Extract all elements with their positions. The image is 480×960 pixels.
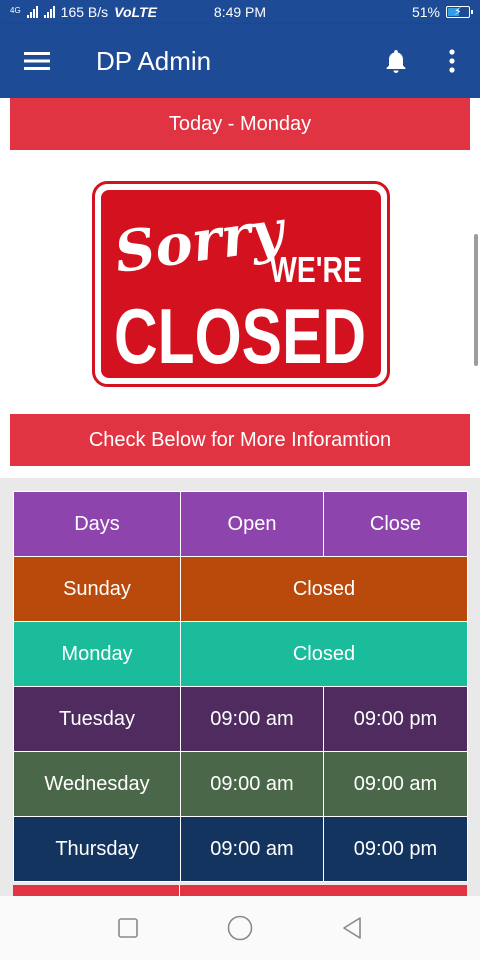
- open-time-cell: 09:00 am: [180, 751, 324, 817]
- status-cell: Closed: [180, 621, 468, 687]
- more-info-banner: Check Below for More Inforamtion: [10, 414, 470, 466]
- closed-sign-image: Sorry WE'RE CLOSED: [92, 181, 390, 387]
- status-bar: 4G 165 B/s VoLTE 8:49 PM 51% ⚡: [0, 0, 480, 24]
- home-button[interactable]: [216, 904, 264, 952]
- back-button[interactable]: [328, 904, 376, 952]
- header-days: Days: [13, 491, 181, 557]
- partial-cell: [13, 885, 180, 896]
- back-triangle-icon: [343, 917, 361, 939]
- status-left: 4G 165 B/s VoLTE: [10, 4, 157, 20]
- table-row-partial: [13, 885, 467, 896]
- table-header-row: Days Open Close: [13, 491, 468, 557]
- table-row: Monday Closed: [13, 621, 468, 687]
- table-row: Thursday 09:00 am 09:00 pm: [13, 816, 468, 882]
- partial-cell: [180, 885, 467, 896]
- charging-bolt-icon: ⚡: [454, 6, 462, 18]
- sign-were-text: WE'RE: [270, 249, 362, 290]
- app-bar: DP Admin: [0, 24, 480, 98]
- table-row: Tuesday 09:00 am 09:00 pm: [13, 686, 468, 752]
- open-time-cell: 09:00 am: [180, 686, 324, 752]
- close-time-cell: 09:00 pm: [323, 816, 468, 882]
- network-type: 4G: [10, 6, 21, 15]
- hours-table-body: Days Open Close Sunday Closed Monday Clo…: [13, 491, 468, 882]
- signal-strength-icon: [43, 6, 55, 18]
- table-row: Wednesday 09:00 am 09:00 am: [13, 751, 468, 817]
- notifications-button[interactable]: [368, 24, 424, 98]
- day-cell: Wednesday: [13, 751, 181, 817]
- scrollbar-thumb[interactable]: [474, 234, 478, 366]
- battery-percent: 51%: [411, 4, 440, 20]
- recents-square-icon: [118, 918, 138, 938]
- volte-badge: VoLTE: [114, 4, 157, 20]
- app-title: DP Admin: [96, 45, 212, 76]
- more-vertical-icon: [449, 49, 455, 73]
- open-time-cell: 09:00 am: [180, 816, 324, 882]
- day-cell: Tuesday: [13, 686, 181, 752]
- network-speed: 165 B/s: [60, 4, 109, 20]
- content-area[interactable]: Today - Monday Sorry WE'RE CLOSED Check …: [0, 98, 480, 896]
- status-card: Today - Monday Sorry WE'RE CLOSED Check …: [0, 98, 480, 478]
- status-right: 51% ⚡: [411, 4, 473, 20]
- table-row: Sunday Closed: [13, 556, 468, 622]
- day-cell: Monday: [13, 621, 181, 687]
- menu-button[interactable]: [0, 24, 74, 98]
- home-circle-icon: [227, 915, 253, 941]
- sign-closed-text: CLOSED: [114, 292, 366, 380]
- hours-table: Days Open Close Sunday Closed Monday Clo…: [13, 491, 468, 882]
- header-open: Open: [180, 491, 324, 557]
- system-nav-bar: [0, 896, 480, 960]
- recents-button[interactable]: [104, 904, 152, 952]
- day-cell: Thursday: [13, 816, 181, 882]
- close-time-cell: 09:00 pm: [323, 686, 468, 752]
- header-close: Close: [323, 491, 468, 557]
- signal-strength-icon: [26, 6, 38, 18]
- overflow-menu-button[interactable]: [424, 24, 480, 98]
- day-cell: Sunday: [13, 556, 181, 622]
- status-cell: Closed: [180, 556, 468, 622]
- today-banner: Today - Monday: [10, 98, 470, 150]
- battery-icon: ⚡: [446, 6, 473, 18]
- close-time-cell: 09:00 am: [323, 751, 468, 817]
- bell-icon: [386, 50, 406, 73]
- hamburger-menu-icon: [24, 52, 50, 70]
